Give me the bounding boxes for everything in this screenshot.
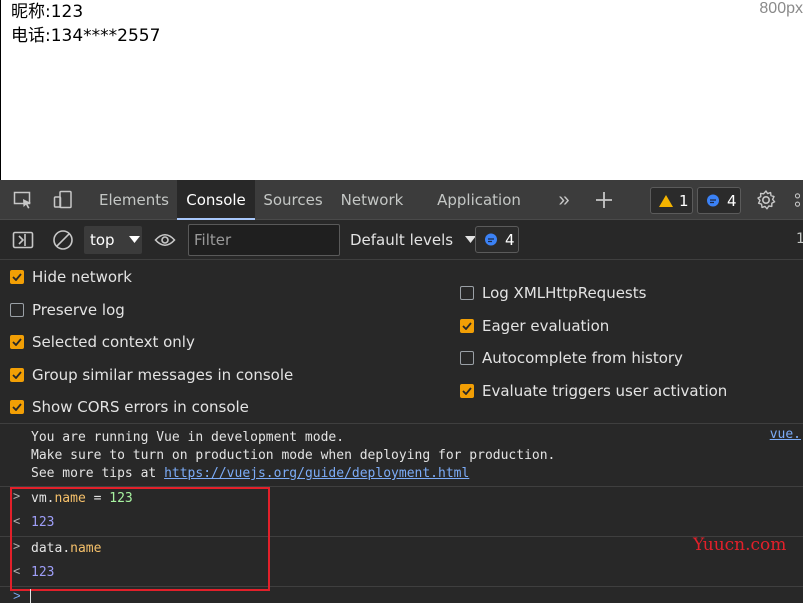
opt-eager-evaluation[interactable]: Eager evaluation [460, 316, 609, 336]
checkbox-checked[interactable] [10, 400, 24, 414]
opt-label: Autocomplete from history [482, 349, 683, 367]
warnings-count: 1 [679, 191, 689, 210]
issues-button[interactable]: 4 [475, 226, 519, 253]
tab-network[interactable]: Network [331, 180, 413, 220]
opt-selected-context-only[interactable]: Selected context only [10, 332, 195, 352]
add-tab-icon[interactable] [590, 180, 618, 220]
device-toolbar-icon[interactable] [50, 180, 76, 220]
vue-message-prefix: See more tips at [31, 466, 165, 481]
watermark: Yuucn.com [693, 535, 787, 555]
input-chevron-icon: > [13, 539, 21, 553]
messages-badge[interactable]: 4 [697, 187, 741, 214]
sidebar-toggle-icon[interactable] [10, 220, 36, 260]
opt-label: Selected context only [32, 333, 195, 351]
input-chevron-icon: > [13, 489, 21, 503]
page-size-label: 800px [759, 0, 803, 17]
entry-object: data [31, 541, 63, 556]
inspect-element-icon[interactable] [10, 180, 36, 220]
clear-console-icon[interactable] [50, 220, 76, 260]
more-tabs-icon[interactable]: » [552, 180, 576, 220]
opt-label: Evaluate triggers user activation [482, 382, 728, 400]
tab-sources[interactable]: Sources [257, 180, 329, 220]
vue-message-line: Make sure to turn on production mode whe… [31, 448, 556, 463]
opt-label: Preserve log [32, 301, 125, 319]
opt-label: Group similar messages in console [32, 366, 294, 384]
checkbox-checked[interactable] [460, 319, 474, 333]
console-output-entry: 123 [31, 515, 55, 530]
entry-property: name [70, 541, 102, 556]
warning-icon [659, 194, 673, 207]
tab-elements[interactable]: Elements [92, 180, 176, 220]
settings-gear-icon[interactable] [752, 180, 780, 220]
entry-value: 123 [109, 491, 133, 506]
opt-show-cors-errors[interactable]: Show CORS errors in console [10, 397, 249, 417]
opt-preserve-log[interactable]: Preserve log [10, 300, 125, 320]
opt-autocomplete-history[interactable]: Autocomplete from history [460, 348, 683, 368]
vue-message-line: You are running Vue in development mode. [31, 430, 345, 445]
opt-label: Log XMLHttpRequests [482, 284, 647, 302]
tab-application[interactable]: Application [430, 180, 528, 220]
filter-input[interactable] [188, 224, 340, 256]
console-input-entry[interactable]: data.name [31, 540, 101, 558]
nickname-line: 昵称:123 [11, 2, 84, 22]
customize-devtools-icon[interactable] [792, 180, 803, 220]
opt-group-similar[interactable]: Group similar messages in console [10, 365, 293, 385]
checkbox-checked[interactable] [10, 368, 24, 382]
divider [0, 536, 803, 537]
console-prompt-chevron-icon: > [13, 588, 21, 603]
console-messages: You are running Vue in development mode.… [0, 425, 803, 603]
context-select[interactable]: top [84, 226, 142, 254]
vue-guide-link[interactable]: https://vuejs.org/guide/deployment.html [164, 466, 469, 481]
checkbox-checked[interactable] [460, 384, 474, 398]
log-levels-dropdown[interactable]: Default levels [350, 226, 477, 254]
context-value: top [90, 231, 115, 249]
opt-label: Eager evaluation [482, 317, 610, 335]
warnings-badge[interactable]: 1 [650, 187, 693, 214]
divider [0, 586, 803, 587]
tab-console[interactable]: Console [177, 180, 255, 220]
checkbox-checked[interactable] [10, 270, 24, 284]
devtools-tabbar: Elements Console Sources Network Applica… [0, 180, 803, 220]
checkbox-unchecked[interactable] [10, 303, 24, 317]
message-source-link[interactable]: vue. [770, 427, 801, 442]
message-icon [707, 194, 719, 206]
opt-label: Show CORS errors in console [32, 398, 249, 416]
live-expression-eye-icon[interactable] [152, 220, 178, 260]
checkbox-checked[interactable] [10, 335, 24, 349]
opt-log-xhr[interactable]: Log XMLHttpRequests [460, 283, 646, 303]
checkbox-unchecked[interactable] [460, 351, 474, 365]
entry-object: vm [31, 491, 47, 506]
console-settings-pane: Hide network Preserve log Selected conte… [0, 260, 803, 424]
entry-operator: = [85, 491, 110, 506]
messages-count: 4 [727, 191, 737, 210]
rendered-page: 昵称:123 电话:134****2557 800px [0, 0, 803, 180]
console-input-caret[interactable] [30, 589, 31, 603]
devtools-panel: Elements Console Sources Network Applica… [0, 180, 803, 603]
output-chevron-icon: < [13, 514, 21, 528]
console-toolbar: top Default levels 4 1 [0, 220, 803, 260]
entry-property: name [54, 491, 86, 506]
divider [0, 486, 803, 487]
chevron-down-icon [128, 236, 140, 243]
hidden-count: 1 [796, 231, 803, 247]
console-output-entry: 123 [31, 565, 55, 580]
log-levels-label: Default levels [350, 231, 454, 249]
output-chevron-icon: < [13, 564, 21, 578]
checkbox-unchecked[interactable] [460, 286, 474, 300]
vue-message-line: See more tips at https://vuejs.org/guide… [31, 465, 469, 483]
message-icon [485, 233, 497, 245]
issues-count: 4 [505, 230, 515, 249]
opt-evaluate-triggers[interactable]: Evaluate triggers user activation [460, 381, 727, 401]
phone-line: 电话:134****2557 [11, 26, 161, 46]
console-input-entry[interactable]: vm.name = 123 [31, 490, 133, 508]
opt-label: Hide network [32, 268, 132, 286]
opt-hide-network[interactable]: Hide network [10, 267, 132, 287]
